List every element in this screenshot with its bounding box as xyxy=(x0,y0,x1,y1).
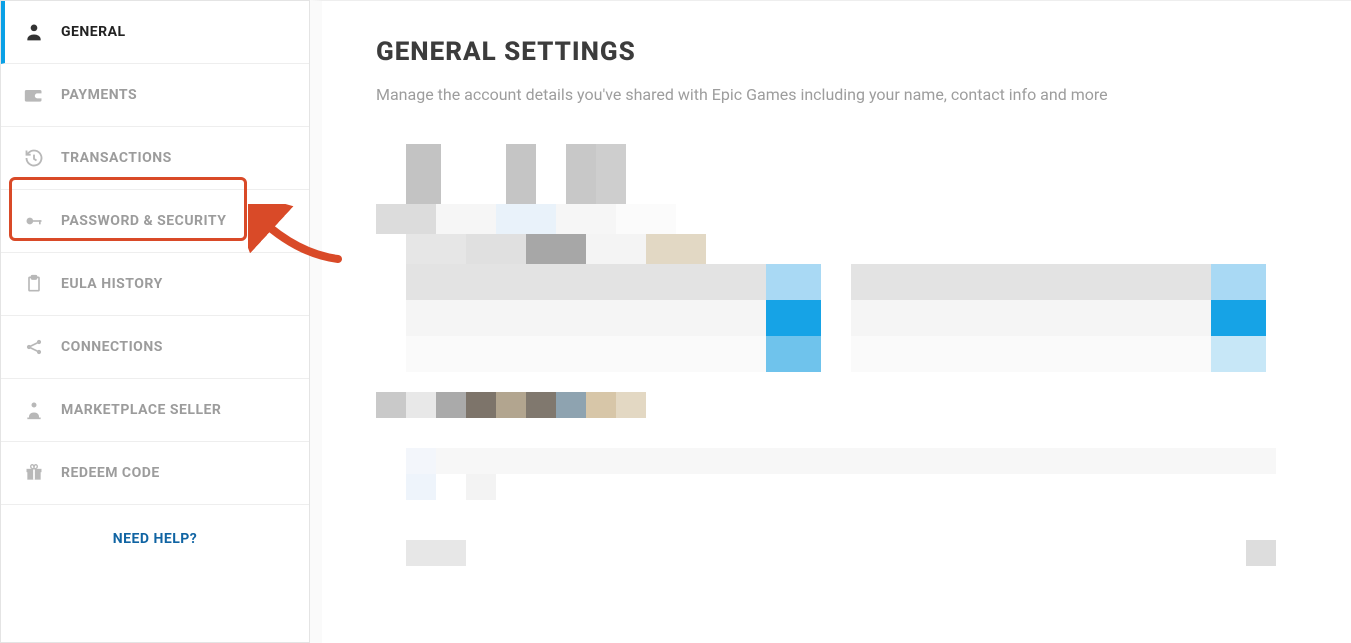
sidebar-item-payments[interactable]: PAYMENTS xyxy=(1,64,309,127)
sidebar-item-label: REDEEM CODE xyxy=(61,465,160,481)
sidebar-item-label: TRANSACTIONS xyxy=(61,150,172,166)
sidebar-item-connections[interactable]: CONNECTIONS xyxy=(1,316,309,379)
sidebar-item-password-security[interactable]: PASSWORD & SECURITY xyxy=(1,190,309,253)
page-subtitle: Manage the account details you've shared… xyxy=(376,85,1297,104)
history-icon xyxy=(23,147,45,169)
wallet-icon xyxy=(23,84,45,106)
page-title: GENERAL SETTINGS xyxy=(376,37,1297,67)
sidebar-item-label: PAYMENTS xyxy=(61,87,137,103)
sidebar-item-transactions[interactable]: TRANSACTIONS xyxy=(1,127,309,190)
share-icon xyxy=(23,336,45,358)
sidebar-item-general[interactable]: GENERAL xyxy=(1,1,309,64)
sidebar-item-redeem-code[interactable]: REDEEM CODE xyxy=(1,442,309,505)
clipboard-icon xyxy=(23,273,45,295)
redacted-content-area xyxy=(376,144,1297,566)
sidebar-item-label: EULA HISTORY xyxy=(61,276,163,292)
gift-icon xyxy=(23,462,45,484)
sidebar-item-label: PASSWORD & SECURITY xyxy=(61,213,226,229)
need-help-link[interactable]: NEED HELP? xyxy=(1,505,309,569)
sidebar-item-label: MARKETPLACE SELLER xyxy=(61,402,221,418)
sidebar-item-label: CONNECTIONS xyxy=(61,339,163,355)
help-link-label: NEED HELP? xyxy=(113,531,198,547)
key-icon xyxy=(23,210,45,232)
main-content: GENERAL SETTINGS Manage the account deta… xyxy=(310,0,1351,643)
seller-icon xyxy=(23,399,45,421)
sidebar-item-eula-history[interactable]: EULA HISTORY xyxy=(1,253,309,316)
person-icon xyxy=(23,21,45,43)
sidebar-item-marketplace-seller[interactable]: MARKETPLACE SELLER xyxy=(1,379,309,442)
sidebar-item-label: GENERAL xyxy=(61,24,126,40)
sidebar: GENERAL PAYMENTS TRANSACTIONS PASSWORD &… xyxy=(0,0,310,643)
